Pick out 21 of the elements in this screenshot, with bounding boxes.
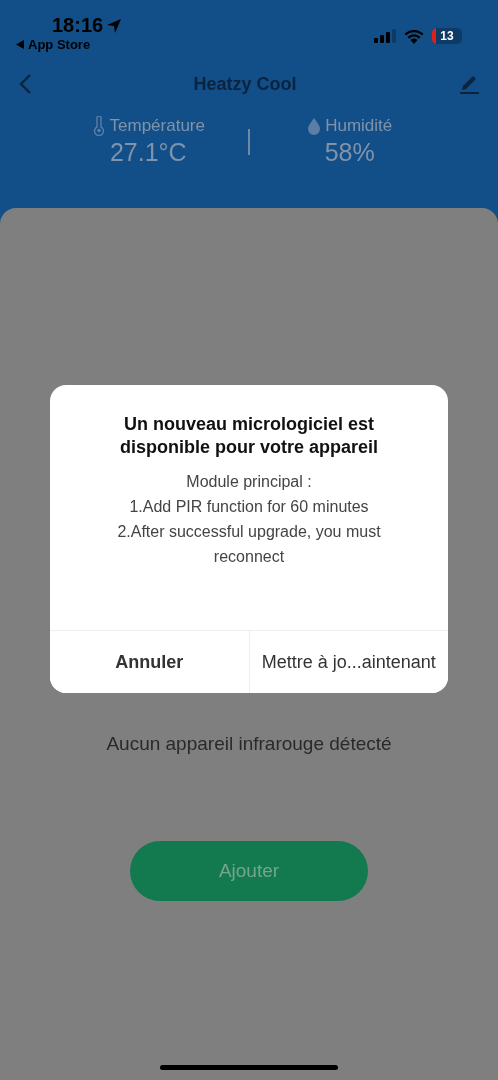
chevron-left-icon [18,73,32,95]
battery-indicator: 13 [432,28,462,44]
pencil-icon [458,73,480,95]
water-drop-icon [307,117,322,135]
signal-icon [374,29,396,43]
back-triangle-icon [16,40,24,49]
dialog-text: Module principal : [185,472,313,492]
thermometer-icon [91,116,106,136]
stat-label: Température [109,116,205,136]
dialog-text: 2.After successful upgrade, you must reconnect [116,522,382,567]
empty-message: Aucun appareil infrarouge détecté [106,733,392,755]
dialog-text: 1.Add PIR function for 60 minutes [128,497,370,517]
update-button[interactable]: Mettre à jo...aintenant [248,631,448,693]
clock-time: 18:16 [52,14,104,37]
stat-label: Humidité [325,116,393,136]
stat-value: 58% [324,138,375,167]
stat-value: 27.1°C [109,138,187,167]
screen-title: Heatzy Cool [193,73,297,95]
wifi-icon [404,28,424,44]
location-arrow-icon [106,17,123,34]
dialog-title: Un nouveau micrologiciel est disponible pour votre appareil [118,413,379,459]
